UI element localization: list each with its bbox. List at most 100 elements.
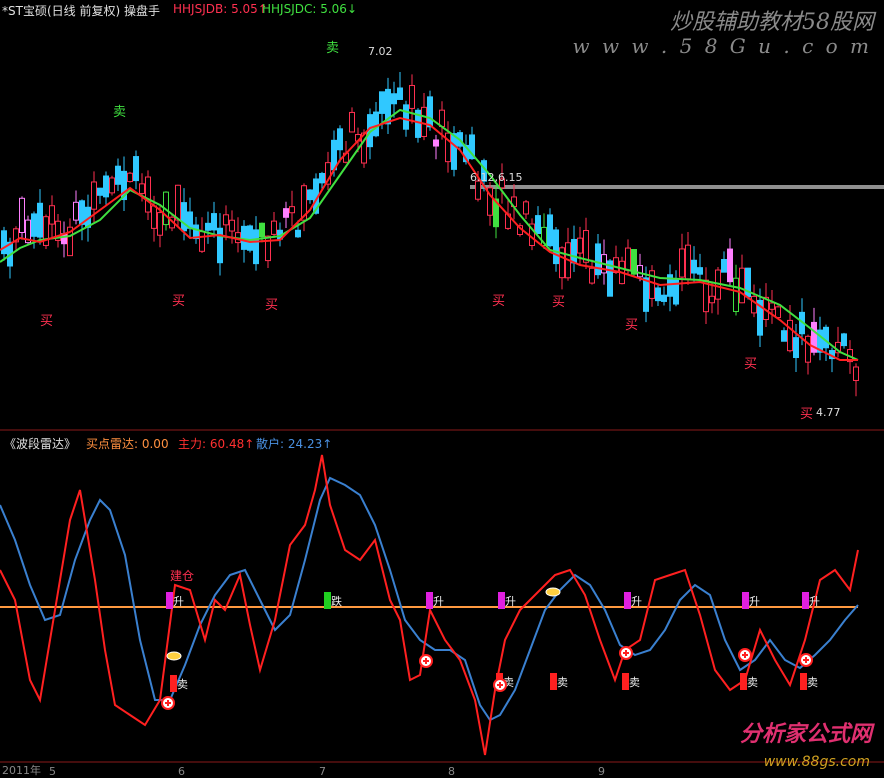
candle-body <box>661 294 667 302</box>
buy-radar-readout: 买点雷达: 0.00 <box>86 437 169 451</box>
x-label-5: 5 <box>49 765 56 778</box>
candle-body <box>151 205 157 229</box>
chart-canvas: 7.026.12,6.154.77卖卖买买买买买买买买升跌升升升升升建仓卖卖卖卖… <box>0 41 884 763</box>
candle-body <box>157 212 163 236</box>
candle-body <box>595 243 601 276</box>
candle-body <box>259 222 265 238</box>
candle-body <box>175 184 181 221</box>
candle-body <box>577 237 583 254</box>
candle-body <box>451 133 457 170</box>
candle-body <box>139 183 145 194</box>
marker-bar <box>802 592 809 609</box>
candle-body <box>439 109 445 128</box>
retail-readout: 散户: 24.23↑ <box>256 437 333 451</box>
candle-body <box>127 172 133 183</box>
candle-body <box>685 244 691 280</box>
candle-body <box>583 230 589 263</box>
ingot-icon <box>166 651 182 661</box>
candle-body <box>433 139 439 147</box>
marker-sell: 卖 <box>557 676 568 689</box>
candle-body <box>19 197 25 233</box>
candle-body <box>733 277 739 312</box>
marker-bar <box>800 673 807 690</box>
ingot-icon <box>545 587 561 597</box>
level-price-label: 6.12,6.15 <box>470 171 522 184</box>
candle-body <box>409 85 415 109</box>
candle-body <box>337 128 343 151</box>
watermark-top-url: w w w . 5 8 G u . c o m <box>572 34 872 58</box>
marker-signal: 跌 <box>331 594 342 608</box>
candle-body <box>283 208 289 218</box>
candle-body <box>1 230 7 255</box>
candle-body <box>787 319 793 352</box>
candle-body <box>91 181 97 210</box>
marker-signal: 升 <box>173 595 184 608</box>
candle-body <box>691 259 697 274</box>
candle-body <box>103 175 109 198</box>
marker-bar <box>166 592 173 609</box>
marker-bar <box>426 592 433 609</box>
candle-body <box>217 227 223 264</box>
candle-body <box>49 205 55 225</box>
candle-body <box>145 176 151 213</box>
signal-sell: 卖 <box>113 105 126 120</box>
marker-signal: 升 <box>631 595 642 608</box>
candle-body <box>73 201 79 221</box>
candle-body <box>727 248 733 283</box>
marker-bar <box>742 592 749 609</box>
watermark-bottom-url: www.88gs.com <box>763 754 870 770</box>
candle-body <box>553 229 559 265</box>
low-price-label: 4.77 <box>816 406 841 419</box>
x-label-8: 8 <box>448 765 455 778</box>
candle-body <box>295 229 301 238</box>
main-force-readout: 主力: 60.48↑ <box>178 437 255 451</box>
ma-slow-line <box>0 108 859 361</box>
ma-fast-line <box>0 116 858 361</box>
candle-body <box>319 172 325 184</box>
marker-bar <box>740 673 747 690</box>
marker-bar <box>624 592 631 609</box>
stock-title: *ST宝硕(日线 前复权) 操盘手 <box>2 4 160 18</box>
candle-body <box>109 177 115 194</box>
candle-body <box>397 87 403 100</box>
candle-body <box>403 104 409 130</box>
x-label-9: 9 <box>598 765 605 778</box>
candle-body <box>709 295 715 304</box>
watermark-bottom-text: 分析家公式网 <box>739 722 872 747</box>
marker-bar <box>324 592 331 609</box>
candle-body <box>793 337 799 359</box>
candle-body <box>223 214 229 226</box>
signal-buy: 买 <box>172 294 185 309</box>
marker-sell: 卖 <box>177 678 188 691</box>
candle-body <box>379 91 385 114</box>
candle-body <box>205 222 211 231</box>
marker-bar <box>622 673 629 690</box>
candle-body <box>571 238 577 264</box>
candle-body <box>769 302 775 310</box>
candle-body <box>271 220 277 235</box>
indicator-title: 《波段雷达》 <box>4 437 77 451</box>
marker-sell: 卖 <box>747 676 758 689</box>
candle-body <box>775 306 781 319</box>
marker-signal: 升 <box>505 595 516 608</box>
marker-bar <box>170 675 177 692</box>
candle-body <box>589 267 595 284</box>
watermark-top-text: 炒股辅助教材58股网 <box>670 10 874 35</box>
candle-body <box>637 265 643 278</box>
candle-body <box>133 156 139 182</box>
candle-body <box>307 189 313 201</box>
candle-body <box>349 111 355 133</box>
marker-signal: 升 <box>433 595 444 608</box>
x-label-7: 7 <box>319 765 326 778</box>
candle-body <box>181 202 187 232</box>
candle-body <box>841 333 847 347</box>
candle-body <box>241 225 247 250</box>
candle-body <box>289 206 295 214</box>
marker-bar <box>550 673 557 690</box>
candle-body <box>421 106 427 137</box>
x-label-year: 2011年 <box>2 764 41 777</box>
candle-body <box>823 326 829 349</box>
candle-body <box>535 215 541 235</box>
candle-body <box>199 231 205 252</box>
candle-body <box>853 366 859 381</box>
